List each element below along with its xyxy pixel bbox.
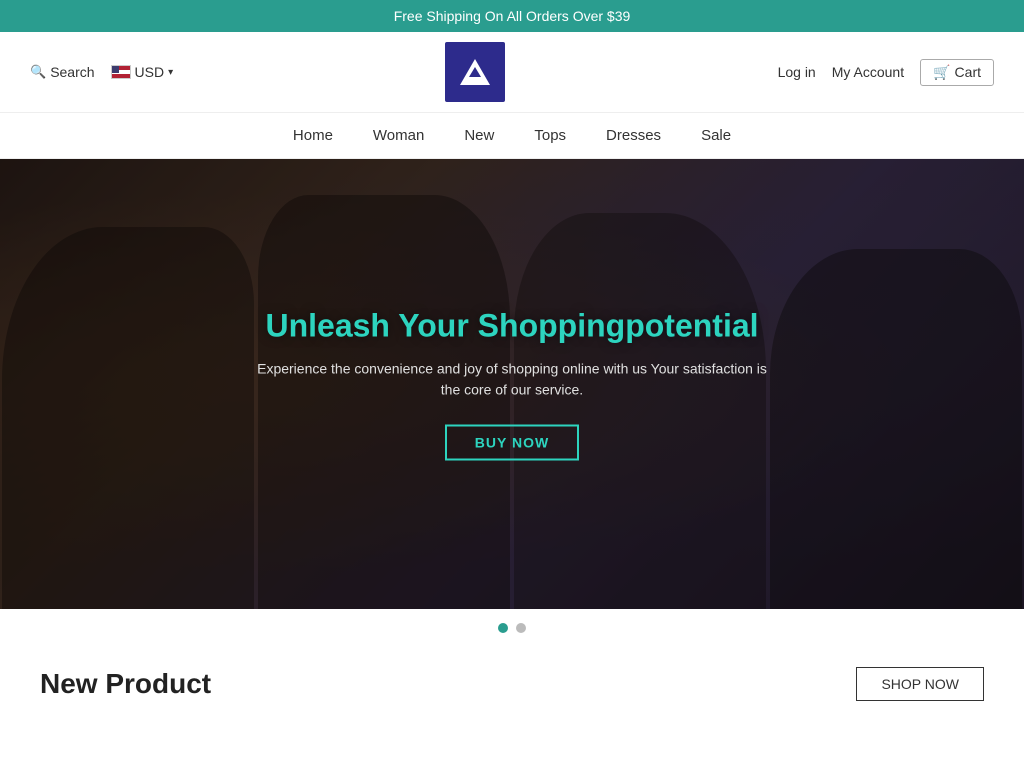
hero-content: Unleash Your Shoppingpotential Experienc… (252, 308, 772, 461)
currency-selector[interactable]: USD ▾ (111, 64, 174, 80)
new-product-heading: New Product (40, 668, 211, 700)
header-right: Log in My Account 🛒 Cart (778, 59, 994, 86)
hero-section: Unleash Your Shoppingpotential Experienc… (0, 159, 1024, 609)
hero-title: Unleash Your Shoppingpotential (252, 308, 772, 345)
main-nav: Home Woman New Tops Dresses Sale (0, 113, 1024, 159)
search-icon: 🔍 (30, 64, 46, 80)
carousel-dot-2[interactable] (516, 623, 526, 633)
my-account-link[interactable]: My Account (832, 64, 904, 80)
top-banner: Free Shipping On All Orders Over $39 (0, 0, 1024, 32)
hero-cta-button[interactable]: BUY NOW (445, 425, 579, 461)
carousel-dots (0, 609, 1024, 647)
carousel-dot-1[interactable] (498, 623, 508, 633)
flag-icon (111, 65, 131, 79)
nav-item-woman[interactable]: Woman (373, 127, 424, 144)
logo[interactable] (445, 42, 505, 102)
header-left: 🔍 Search USD ▾ (30, 64, 173, 80)
bottom-section: New Product SHOP NOW (0, 647, 1024, 711)
cart-button[interactable]: 🛒 Cart (920, 59, 994, 86)
search-label[interactable]: Search (50, 64, 94, 80)
logo-triangle-icon (460, 59, 490, 85)
nav-item-dresses[interactable]: Dresses (606, 127, 661, 144)
search-area[interactable]: 🔍 Search (30, 64, 95, 80)
shop-now-button[interactable]: SHOP NOW (856, 667, 984, 701)
cart-label: Cart (955, 64, 981, 80)
logo-area (173, 42, 777, 102)
currency-label: USD (135, 64, 165, 80)
nav-item-new[interactable]: New (464, 127, 494, 144)
nav-item-home[interactable]: Home (293, 127, 333, 144)
banner-text: Free Shipping On All Orders Over $39 (394, 8, 631, 24)
hero-subtitle: Experience the convenience and joy of sh… (252, 359, 772, 401)
header: 🔍 Search USD ▾ Log in My Account 🛒 Cart (0, 32, 1024, 113)
cart-icon: 🛒 (933, 64, 950, 81)
login-link[interactable]: Log in (778, 64, 816, 80)
nav-item-sale[interactable]: Sale (701, 127, 731, 144)
nav-item-tops[interactable]: Tops (534, 127, 566, 144)
